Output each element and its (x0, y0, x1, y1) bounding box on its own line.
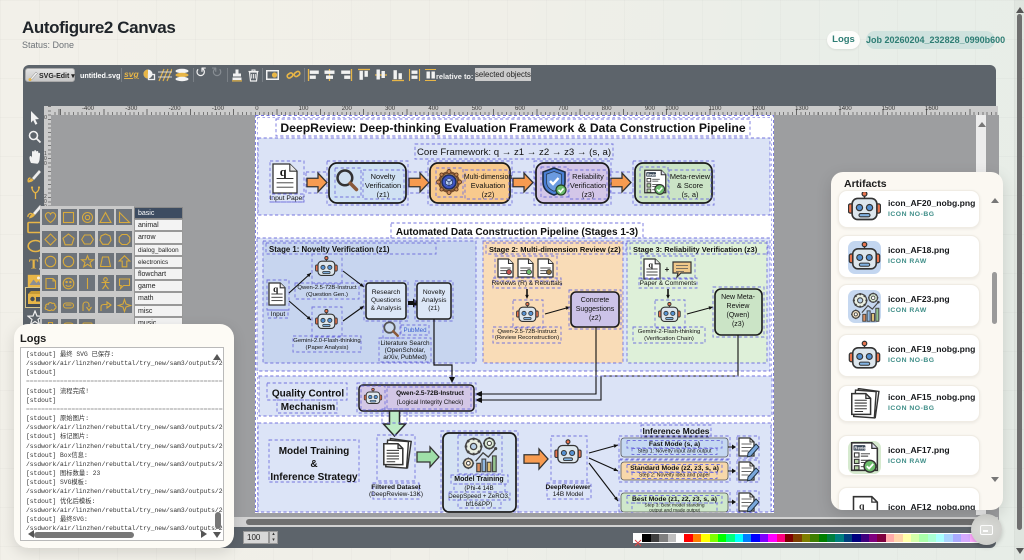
svg-text:Quality Control: Quality Control (272, 389, 344, 400)
svg-text:Inference Strategy: Inference Strategy (270, 472, 358, 483)
svg-text:(Question Gen.): (Question Gen.) (306, 292, 348, 298)
svg-text:Step 2: Novelty idea and paper: Step 2: Novelty idea and paper (639, 473, 711, 479)
svg-text:Gemini-2-Flash-thinking: Gemini-2-Flash-thinking (638, 329, 701, 335)
svg-text:Filtered Dataset: Filtered Dataset (371, 484, 421, 491)
svg-text:Suggestions: Suggestions (576, 306, 615, 313)
svg-text:DeepSpeed + ZeRO3,: DeepSpeed + ZeRO3, (448, 493, 510, 500)
svg-text:Inference Modes: Inference Modes (642, 426, 709, 436)
svg-text:Research: Research (372, 289, 401, 296)
svg-text:(z1): (z1) (428, 305, 440, 312)
svg-text:Input Paper: Input Paper (269, 195, 305, 202)
svg-text:Input: Input (271, 311, 286, 318)
svg-text:(z2): (z2) (482, 190, 495, 199)
svg-text:&: & (310, 459, 317, 470)
svg-text:Verification: Verification (570, 181, 606, 190)
svg-text:q: q (648, 260, 653, 269)
svg-text:Qwen-2.5-72B-Instruct: Qwen-2.5-72B-Instruct (297, 285, 357, 291)
svg-text:(Verification Chain): (Verification Chain) (644, 336, 694, 342)
svg-text:(z3): (z3) (732, 321, 744, 328)
svg-text:Stage 3: Reliability Verificat: Stage 3: Reliability Verification (z3) (633, 245, 758, 254)
svg-text:(z2): (z2) (589, 315, 601, 322)
svg-text:bf16&PP): bf16&PP) (466, 501, 492, 508)
svg-text:q: q (280, 165, 287, 179)
svg-text:New Meta-: New Meta- (721, 294, 756, 301)
svg-text:Stage 1: Novelty Verification: Stage 1: Novelty Verification (z1) (269, 245, 390, 254)
svg-text:Multi-dimension: Multi-dimension (464, 174, 512, 181)
svg-text:DeepReview: Deep-thinking Eval: DeepReview: Deep-thinking Evaluation Fra… (280, 121, 745, 135)
svg-text:(Phi-4 14B: (Phi-4 14B (464, 485, 493, 492)
svg-text:(DeepReview-13K): (DeepReview-13K) (369, 491, 423, 498)
svg-text:Qwen-2.5-72B-Instruct: Qwen-2.5-72B-Instruct (396, 390, 465, 397)
svg-text:& Analysis: & Analysis (371, 305, 403, 312)
svg-text:(Qwen): (Qwen) (727, 312, 750, 319)
svg-text:Model Training: Model Training (454, 476, 503, 483)
svg-text:Evaluation: Evaluation (471, 181, 506, 190)
svg-text:Model Training: Model Training (279, 446, 350, 457)
svg-text:Novelty: Novelty (371, 172, 396, 181)
svg-text:(s, a): (s, a) (682, 190, 699, 199)
svg-text:Stage 2: Multi-dimension Revie: Stage 2: Multi-dimension Review (z2) (489, 245, 621, 254)
svg-text:(Logical Integrity Check): (Logical Integrity Check) (397, 399, 464, 406)
svg-text:(z3): (z3) (582, 190, 595, 199)
svg-text:T: T (29, 258, 39, 272)
svg-text:+: + (665, 265, 670, 274)
svg-text:Fast Mode (s, a): Fast Mode (s, a) (649, 441, 700, 448)
svg-text:Reliability: Reliability (572, 172, 604, 181)
svg-text:Core Framework: q → z1 → z2 →: Core Framework: q → z1 → z2 → z3 → (s, a… (417, 147, 611, 158)
svg-text:Meta-review: Meta-review (670, 172, 711, 181)
svg-text:Best Mode (z1, z2, z3, s, a): Best Mode (z1, z2, z3, s, a) (632, 496, 717, 503)
svg-text:Literature Search: Literature Search (380, 340, 429, 347)
svg-text:Reviews (R) & Rebuttals: Reviews (R) & Rebuttals (492, 280, 564, 287)
svg-text:(OpenScholar,: (OpenScholar, (385, 347, 426, 354)
svg-text:arXiv, PubMed): arXiv, PubMed) (383, 354, 427, 361)
svg-text:Step 1: Novelty input and outp: Step 1: Novelty input and output (638, 449, 712, 455)
svg-text:Verification: Verification (365, 181, 401, 190)
svg-text:DeepReviewer: DeepReviewer (545, 484, 591, 491)
svg-text:Novelty: Novelty (423, 289, 446, 296)
svg-text:Review: Review (727, 303, 751, 310)
svg-text:Analysis: Analysis (422, 297, 448, 304)
svg-text:Standard Mode (z2, z3, s, a): Standard Mode (z2, z3, s, a) (630, 465, 719, 472)
svg-text:(Paper Analysis): (Paper Analysis) (306, 345, 349, 351)
svg-text:Concrete: Concrete (581, 297, 610, 304)
svg-text:& Score: & Score (677, 181, 703, 190)
svg-text:(Review Reconstruction): (Review Reconstruction) (495, 335, 559, 341)
svg-text:Mechanism: Mechanism (281, 402, 336, 413)
svg-text:Gemini-2.0-Flash-thinking: Gemini-2.0-Flash-thinking (293, 338, 360, 344)
svg-text:(z1): (z1) (377, 190, 390, 199)
svg-text:output and made output: output and made output (649, 508, 700, 514)
svg-text:Questions: Questions (371, 297, 402, 304)
svg-text:PubMed: PubMed (403, 327, 427, 334)
svg-text:Automated Data Construction Pi: Automated Data Construction Pipeline (St… (396, 227, 638, 238)
svg-text:q: q (273, 284, 279, 294)
svg-text:Paper & Comments: Paper & Comments (640, 280, 697, 287)
svg-text:14B Model: 14B Model (553, 491, 584, 498)
